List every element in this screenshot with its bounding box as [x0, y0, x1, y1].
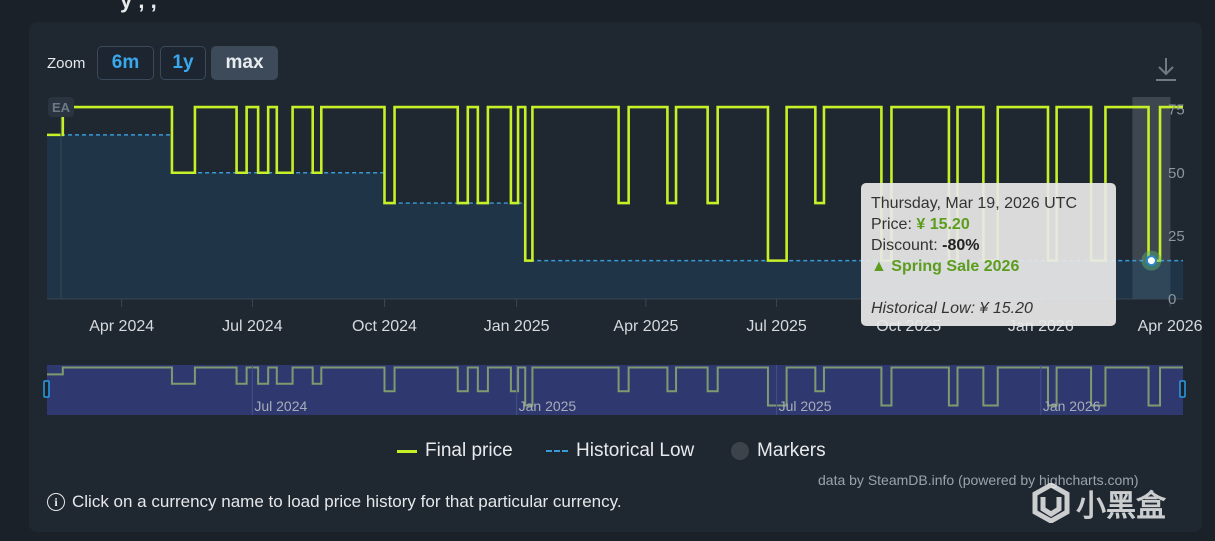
- watermark-text: 小黑盒: [1076, 489, 1166, 524]
- historical-low-swatch: [546, 450, 568, 452]
- tooltip-sale-event: ▲ Spring Sale 2026: [871, 258, 1020, 275]
- cut-off-title: y , ,: [120, 0, 157, 13]
- download-icon[interactable]: [1153, 55, 1179, 83]
- price-tooltip: Thursday, Mar 19, 2026 UTC Price: ¥ 15.2…: [861, 183, 1116, 326]
- final-price-swatch: [397, 449, 417, 453]
- tooltip-price: Price: ¥ 15.20: [871, 216, 970, 233]
- chart-legend: Final price Historical Low Markers: [0, 440, 1215, 464]
- watermark: 小黑盒: [1032, 480, 1182, 526]
- zoom-max-button[interactable]: max: [211, 46, 278, 80]
- tooltip-historical-low: Historical Low: ¥ 15.20: [871, 300, 1033, 317]
- info-icon: i: [47, 493, 65, 511]
- tooltip-date: Thursday, Mar 19, 2026 UTC: [871, 195, 1078, 212]
- markers-swatch: [731, 442, 749, 460]
- zoom-6m-button[interactable]: 6m: [97, 46, 154, 80]
- top-strip: y , ,: [0, 0, 1215, 22]
- watermark-logo-icon: [1032, 483, 1070, 523]
- zoom-label: Zoom: [47, 55, 86, 72]
- legend-markers[interactable]: Markers: [731, 440, 826, 462]
- legend-final-price[interactable]: Final price: [397, 440, 513, 462]
- tooltip-discount: Discount: -80%: [871, 237, 980, 254]
- info-text: Click on a currency name to load price h…: [72, 492, 622, 511]
- currency-info: i Click on a currency name to load price…: [47, 492, 622, 512]
- zoom-1y-button[interactable]: 1y: [160, 46, 206, 80]
- legend-historical-low[interactable]: Historical Low: [546, 440, 694, 462]
